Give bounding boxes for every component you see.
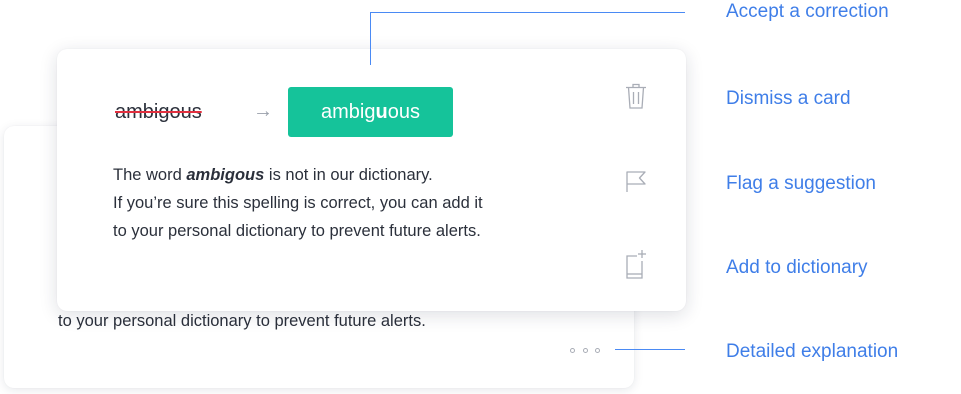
callout-line-detail	[615, 349, 685, 350]
arrow-icon: →	[253, 100, 273, 122]
suggestion-prefix: ambig	[321, 101, 376, 123]
add-to-dictionary-icon[interactable]	[623, 247, 649, 279]
suggestion-card: ambigous → ambiguous The word ambigous i…	[57, 49, 686, 311]
explanation-word: ambigous	[186, 166, 265, 184]
explanation-line-3: to your personal dictionary to prevent f…	[113, 222, 481, 240]
explanation-line-1: The word ambigous is not in our dictiona…	[113, 161, 483, 189]
explanation-suffix: is not in our dictionary.	[264, 166, 433, 184]
more-dots-icon[interactable]	[570, 346, 600, 354]
original-word: ambigous	[115, 101, 202, 123]
suggestion-highlight: u	[375, 101, 388, 123]
callout-accept-correction[interactable]: Accept a correction	[726, 1, 889, 23]
suggestion-suffix: ous	[387, 101, 420, 123]
callout-flag-suggestion[interactable]: Flag a suggestion	[726, 173, 876, 195]
card-explanation: The word ambigous is not in our dictiona…	[113, 161, 483, 245]
callout-dismiss-card[interactable]: Dismiss a card	[726, 88, 851, 110]
trash-icon[interactable]	[623, 81, 649, 111]
accept-correction-button[interactable]: ambiguous	[288, 87, 453, 137]
callout-detailed-explanation[interactable]: Detailed explanation	[726, 341, 898, 363]
callout-add-to-dictionary[interactable]: Add to dictionary	[726, 257, 868, 279]
callout-line-accept-vertical	[370, 12, 371, 65]
explanation-prefix: The word	[113, 166, 187, 184]
flag-icon[interactable]	[623, 166, 649, 196]
callout-line-accept-horizontal	[370, 12, 685, 13]
back-card-text: to your personal dictionary to prevent f…	[58, 312, 426, 330]
explanation-line-2: If you’re sure this spelling is correct,…	[113, 194, 483, 212]
